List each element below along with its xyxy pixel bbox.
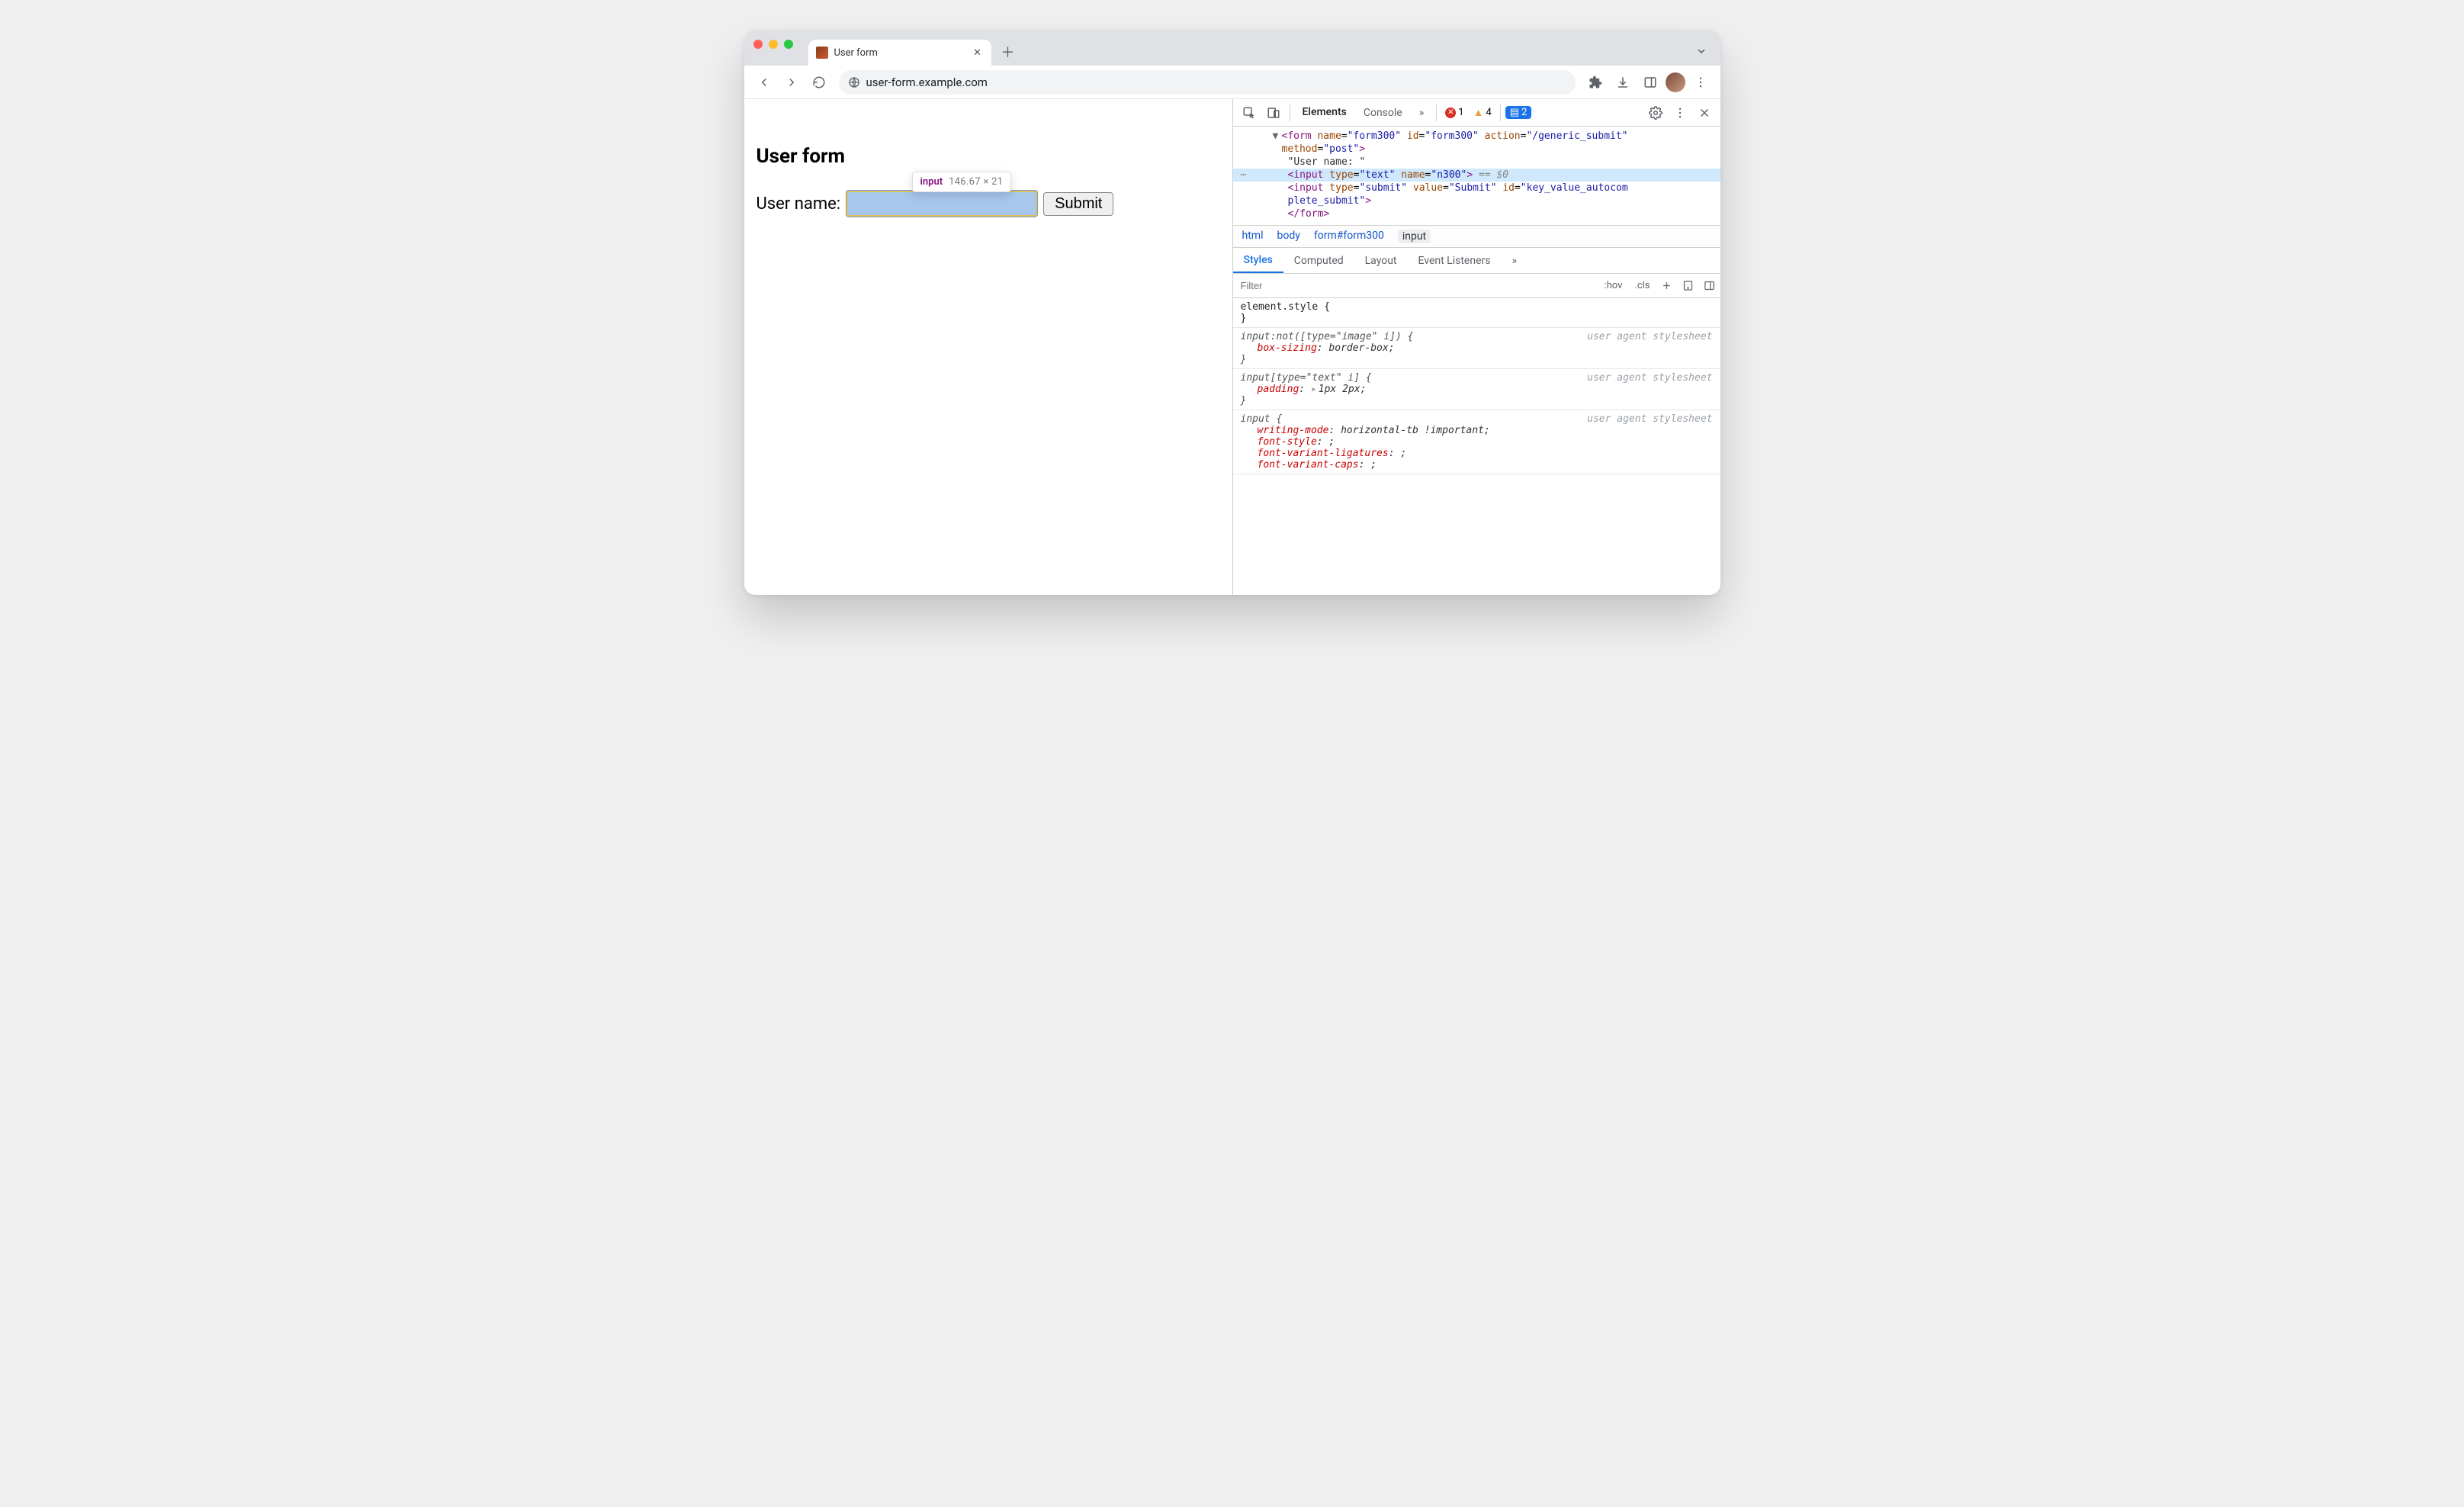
window-controls bbox=[753, 31, 808, 66]
hov-toggle[interactable]: :hov bbox=[1598, 280, 1628, 291]
dom-node-form-open-2[interactable]: method="post"> bbox=[1233, 143, 1720, 156]
new-tab-button[interactable]: ＋ bbox=[997, 41, 1019, 63]
tab-strip: User form ✕ ＋ bbox=[744, 31, 1720, 66]
downloads-button[interactable] bbox=[1611, 70, 1635, 95]
tab-layout[interactable]: Layout bbox=[1354, 248, 1408, 273]
rule-origin: user agent stylesheet bbox=[1587, 372, 1712, 384]
dom-node-input-submit-2[interactable]: plete_submit"> bbox=[1233, 194, 1720, 207]
favicon-icon bbox=[816, 47, 828, 59]
separator bbox=[1500, 104, 1501, 121]
back-button[interactable] bbox=[752, 70, 776, 95]
dom-tree[interactable]: ▼<form name="form300" id="form300" actio… bbox=[1233, 127, 1720, 226]
dom-node-input-submit[interactable]: <input type="submit" value="Submit" id="… bbox=[1233, 182, 1720, 194]
css-declaration[interactable]: font-variant-caps: ; bbox=[1241, 459, 1713, 471]
tooltip-dimensions: 146.67 × 21 bbox=[949, 176, 1003, 188]
devtools-settings-button[interactable] bbox=[1644, 101, 1667, 124]
browser-toolbar: user-form.example.com bbox=[744, 66, 1720, 99]
minimize-window-button[interactable] bbox=[769, 40, 778, 49]
tabs-overflow-button[interactable]: » bbox=[1412, 99, 1432, 126]
styles-tab-strip: Styles Computed Layout Event Listeners » bbox=[1233, 248, 1720, 274]
dom-node-form-close[interactable]: </form> bbox=[1233, 207, 1720, 220]
devtools-close-button[interactable] bbox=[1693, 101, 1716, 124]
side-panel-button[interactable] bbox=[1638, 70, 1662, 95]
css-rule[interactable]: user agent stylesheetinput:not([type="im… bbox=[1233, 328, 1720, 369]
rule-close: } bbox=[1241, 395, 1713, 406]
dom-text-node[interactable]: "User name: " bbox=[1233, 156, 1720, 169]
devtools-toolbar: Elements Console » ✕ 1 ▲ 4 ▤ 2 bbox=[1233, 99, 1720, 127]
submit-button[interactable]: Submit bbox=[1043, 192, 1113, 216]
browser-menu-button[interactable] bbox=[1688, 70, 1713, 95]
browser-window: User form ✕ ＋ user-form.example.com bbox=[744, 31, 1720, 595]
forward-button[interactable] bbox=[779, 70, 804, 95]
dom-node-input-selected[interactable]: <input type="text" name="n300"> == $0 bbox=[1233, 169, 1720, 182]
dom-node-form-open[interactable]: ▼<form name="form300" id="form300" actio… bbox=[1233, 130, 1720, 143]
maximize-window-button[interactable] bbox=[784, 40, 793, 49]
css-declaration[interactable]: box-sizing: border-box; bbox=[1241, 342, 1713, 354]
profile-avatar[interactable] bbox=[1666, 72, 1685, 92]
username-label: User name: bbox=[757, 194, 841, 214]
warnings-badge[interactable]: ▲ 4 bbox=[1470, 105, 1495, 120]
error-icon: ✕ bbox=[1445, 108, 1456, 118]
close-window-button[interactable] bbox=[753, 40, 763, 49]
tab-title: User form bbox=[834, 47, 965, 59]
separator bbox=[1436, 104, 1437, 121]
rendered-page: User form input 146.67 × 21 User name: S… bbox=[744, 99, 1232, 595]
tab-styles[interactable]: Styles bbox=[1233, 248, 1283, 273]
page-heading: User form bbox=[757, 145, 1220, 168]
rule-origin: user agent stylesheet bbox=[1587, 331, 1712, 342]
tooltip-tag: input bbox=[920, 176, 943, 188]
css-rule[interactable]: user agent stylesheetinput {writing-mode… bbox=[1233, 410, 1720, 474]
tab-console[interactable]: Console bbox=[1356, 99, 1410, 126]
breadcrumb-form[interactable]: form#form300 bbox=[1314, 230, 1384, 243]
css-declaration[interactable]: writing-mode: horizontal-tb !important; bbox=[1241, 425, 1713, 436]
device-toolbar-button[interactable] bbox=[1262, 101, 1285, 124]
rule-close: } bbox=[1241, 313, 1713, 324]
device-styles-button[interactable] bbox=[1678, 275, 1699, 297]
rule-selector[interactable]: element.style { bbox=[1241, 301, 1713, 313]
warnings-count: 4 bbox=[1486, 107, 1491, 118]
css-declaration[interactable]: font-style: ; bbox=[1241, 436, 1713, 448]
rule-origin: user agent stylesheet bbox=[1587, 413, 1712, 425]
form-row: User name: Submit bbox=[757, 191, 1220, 217]
url-text: user-form.example.com bbox=[866, 76, 988, 89]
cls-toggle[interactable]: .cls bbox=[1628, 280, 1656, 291]
warning-icon: ▲ bbox=[1473, 106, 1484, 119]
site-info-icon bbox=[848, 76, 860, 88]
close-tab-button[interactable]: ✕ bbox=[972, 47, 984, 59]
css-rules: element.style {}user agent stylesheetinp… bbox=[1233, 298, 1720, 595]
styles-filter-row: :hov .cls bbox=[1233, 274, 1720, 298]
issues-badge[interactable]: ▤ 2 bbox=[1505, 106, 1532, 119]
browser-tab[interactable]: User form ✕ bbox=[808, 40, 991, 66]
tab-elements[interactable]: Elements bbox=[1295, 99, 1354, 126]
errors-count: 1 bbox=[1458, 107, 1463, 118]
new-style-rule-button[interactable] bbox=[1656, 275, 1678, 297]
breadcrumb-html[interactable]: html bbox=[1242, 230, 1264, 243]
devtools-panel: Elements Console » ✕ 1 ▲ 4 ▤ 2 bbox=[1232, 99, 1720, 595]
rule-close: } bbox=[1241, 354, 1713, 365]
dom-breadcrumbs: html body form#form300 input bbox=[1233, 226, 1720, 248]
tab-computed[interactable]: Computed bbox=[1283, 248, 1354, 273]
issues-icon: ▤ bbox=[1510, 107, 1519, 118]
inspect-element-button[interactable] bbox=[1238, 101, 1261, 124]
breadcrumb-body[interactable]: body bbox=[1277, 230, 1299, 243]
tab-event-listeners[interactable]: Event Listeners bbox=[1408, 248, 1502, 273]
tabs-dropdown-button[interactable] bbox=[1691, 41, 1711, 61]
toggle-rendering-button[interactable] bbox=[1699, 275, 1720, 297]
errors-badge[interactable]: ✕ 1 bbox=[1441, 106, 1467, 119]
breadcrumb-input[interactable]: input bbox=[1398, 230, 1431, 243]
inspect-tooltip: input 146.67 × 21 bbox=[912, 172, 1012, 192]
content-area: User form input 146.67 × 21 User name: S… bbox=[744, 99, 1720, 595]
css-rule[interactable]: user agent stylesheetinput[type="text" i… bbox=[1233, 369, 1720, 410]
devtools-menu-button[interactable] bbox=[1669, 101, 1691, 124]
css-rule[interactable]: element.style {} bbox=[1233, 298, 1720, 328]
address-bar[interactable]: user-form.example.com bbox=[839, 70, 1576, 95]
css-declaration[interactable]: font-variant-ligatures: ; bbox=[1241, 448, 1713, 459]
username-input[interactable] bbox=[846, 191, 1037, 217]
extensions-button[interactable] bbox=[1583, 70, 1608, 95]
reload-button[interactable] bbox=[807, 70, 831, 95]
tabs-overflow[interactable]: » bbox=[1501, 248, 1528, 273]
issues-count: 2 bbox=[1521, 107, 1527, 118]
styles-filter-input[interactable] bbox=[1233, 280, 1598, 291]
css-declaration[interactable]: padding: ▸1px 2px; bbox=[1241, 384, 1713, 395]
